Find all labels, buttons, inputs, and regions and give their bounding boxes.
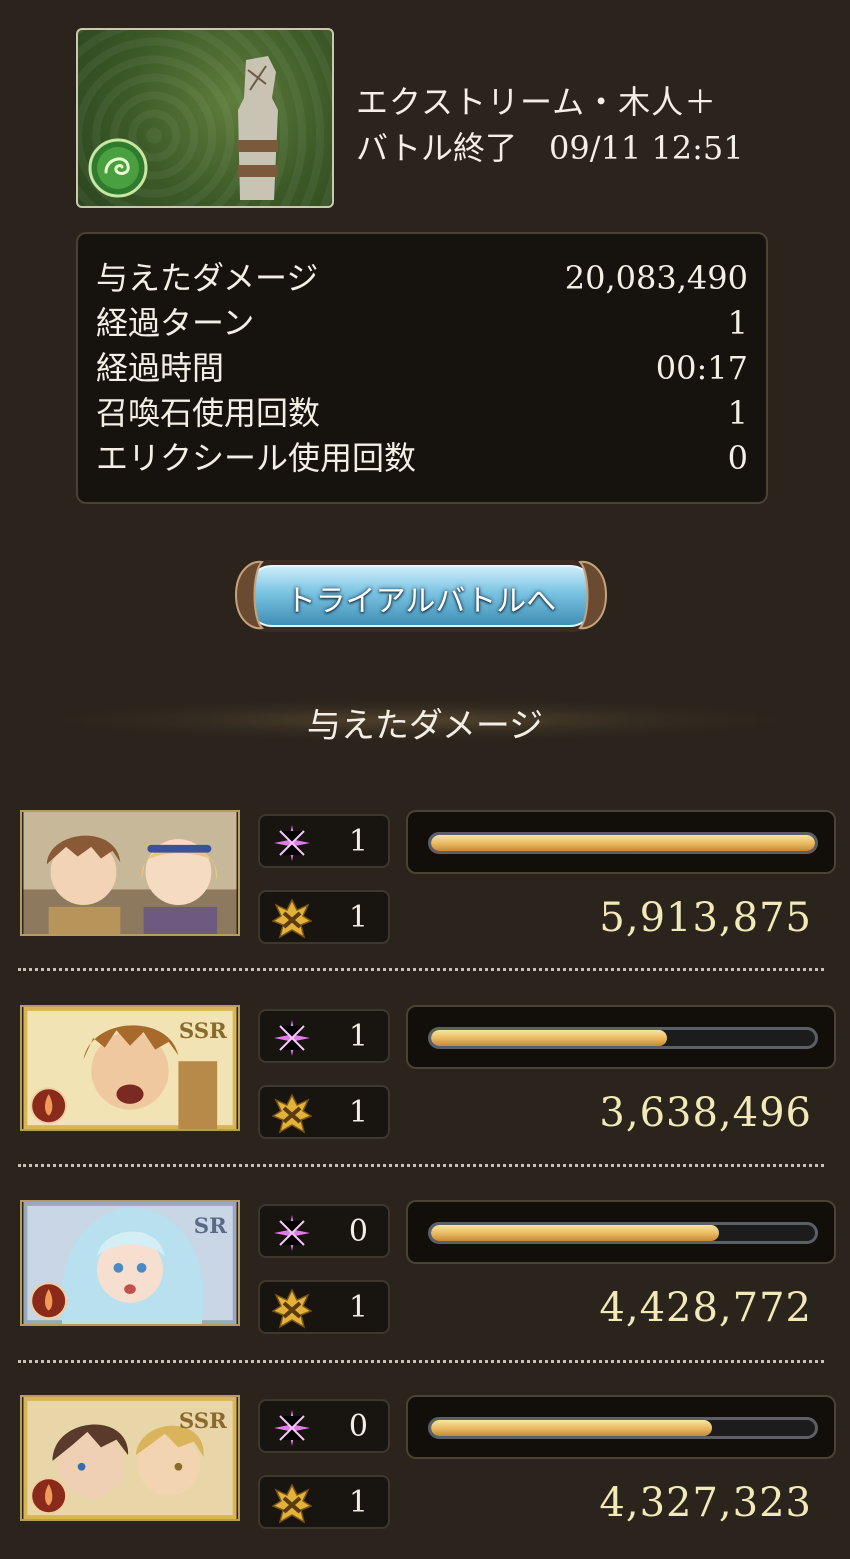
damage-bar-fill (431, 835, 815, 851)
character-row: SSR 1 1 3,638,496 (0, 1005, 850, 1201)
battle-stats-panel: 与えたダメージ 20,083,490 経過ターン 1 経過時間 00:17 召喚… (76, 232, 768, 504)
character-damage: 4,327,323 (599, 1480, 812, 1526)
stat-row-elixirs: エリクシール使用回数 0 (96, 436, 748, 481)
sparkle-count-box: 1 (258, 1009, 390, 1063)
stat-value: 00:17 (655, 349, 748, 387)
damage-bar-box (406, 1395, 836, 1459)
sparkle-count-box: 1 (258, 814, 390, 868)
damage-bar-box (406, 1005, 836, 1069)
rarity-sr-badge: SR (194, 1214, 227, 1239)
stat-value: 0 (727, 439, 748, 477)
sparkle-count-box: 0 (258, 1399, 390, 1453)
quest-title: エクストリーム・木人＋ (356, 83, 718, 121)
stat-value: 20,083,490 (564, 259, 748, 297)
battle-status-label: バトル終了 (356, 129, 517, 167)
stat-label: 召喚石使用回数 (96, 394, 321, 432)
gran-djeeta-portrait (23, 812, 237, 934)
training-dummy-image (238, 56, 278, 200)
ougi-count-box: 1 (258, 1280, 390, 1334)
battle-status: バトル終了 09/11 12:51 (356, 126, 744, 170)
fire-ssr-portrait: SSR (23, 1007, 237, 1129)
fire-ssr-duo-portrait: SSR (23, 1397, 237, 1519)
character-damage: 5,913,875 (599, 895, 812, 941)
sparkle-icon (274, 1410, 310, 1446)
sparkle-count-box: 0 (258, 1204, 390, 1258)
damage-bar-box (406, 1200, 836, 1264)
row-divider (18, 968, 824, 971)
character-row: SR 0 1 4,428,772 (0, 1200, 850, 1396)
damage-section-title: 与えたダメージ (306, 706, 544, 746)
trial-battle-button[interactable]: トライアルバトルへ (232, 550, 610, 640)
stat-row-turns: 経過ターン 1 (96, 301, 748, 346)
damage-bar-track (428, 832, 818, 854)
stat-label: エリクシール使用回数 (96, 439, 417, 477)
row-divider (18, 1164, 824, 1167)
ougi-burst-icon (272, 1289, 312, 1329)
stat-row-time: 経過時間 00:17 (96, 346, 748, 391)
sparkle-count: 1 (348, 824, 368, 859)
stat-label: 与えたダメージ (96, 259, 319, 297)
ougi-count: 1 (348, 1095, 368, 1130)
sparkle-icon (274, 1215, 310, 1251)
quest-thumbnail (76, 28, 334, 208)
sparkle-count: 1 (348, 1019, 368, 1054)
damage-bar-fill (431, 1420, 713, 1436)
character-portrait[interactable]: SSR (20, 1005, 240, 1131)
ougi-count: 1 (348, 1290, 368, 1325)
stat-value: 1 (727, 304, 748, 342)
rarity-ssr-badge: SSR (179, 1409, 227, 1434)
ougi-count-box: 1 (258, 1085, 390, 1139)
character-portrait[interactable]: SSR (20, 1395, 240, 1521)
rarity-ssr-badge: SSR (179, 1019, 227, 1044)
sparkle-count: 0 (348, 1214, 368, 1249)
character-row: SSR 0 1 4,327,323 (0, 1395, 850, 1559)
stat-row-damage: 与えたダメージ 20,083,490 (96, 256, 748, 301)
row-divider (18, 1360, 824, 1363)
stat-label: 経過時間 (96, 349, 225, 387)
ougi-count-box: 1 (258, 890, 390, 944)
battle-datetime: 09/11 12:51 (548, 129, 744, 167)
character-damage: 4,428,772 (599, 1285, 812, 1331)
sparkle-icon (274, 1020, 310, 1056)
ougi-count: 1 (348, 1485, 368, 1520)
damage-bar-fill (431, 1030, 668, 1046)
character-row: 1 1 5,913,875 (0, 810, 850, 1006)
ougi-burst-icon (272, 1484, 312, 1524)
sparkle-count: 0 (348, 1409, 368, 1444)
character-damage: 3,638,496 (599, 1090, 812, 1136)
damage-bar-track (428, 1027, 818, 1049)
wind-element-icon (88, 138, 148, 198)
ougi-burst-icon (272, 1094, 312, 1134)
trial-button-label: トライアルバトルへ (285, 584, 557, 619)
ougi-count: 1 (348, 900, 368, 935)
character-portrait[interactable]: SR (20, 1200, 240, 1326)
damage-bar-track (428, 1417, 818, 1439)
ougi-count-box: 1 (258, 1475, 390, 1529)
damage-bar-track (428, 1222, 818, 1244)
sparkle-icon (274, 825, 310, 861)
fire-sr-portrait: SR (23, 1202, 237, 1324)
ougi-burst-icon (272, 899, 312, 939)
stat-row-summons: 召喚石使用回数 1 (96, 391, 748, 436)
damage-bar-fill (431, 1225, 719, 1241)
stat-label: 経過ターン (96, 304, 255, 342)
stat-value: 1 (727, 394, 748, 432)
character-portrait[interactable] (20, 810, 240, 936)
damage-bar-box (406, 810, 836, 874)
